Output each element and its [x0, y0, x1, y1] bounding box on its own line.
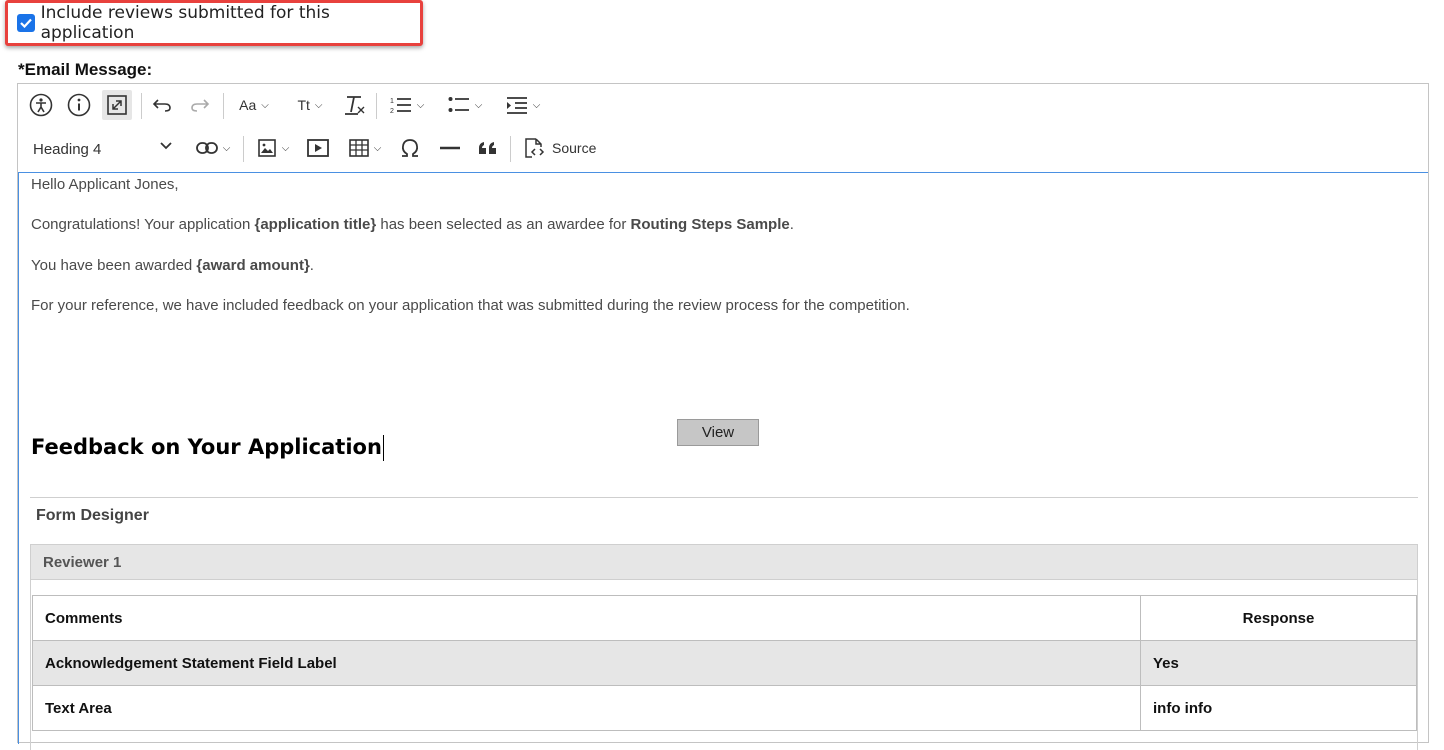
heading-dropdown[interactable]: Heading 4 — [33, 136, 173, 162]
font-size-icon: Aa — [239, 97, 257, 113]
media-icon — [307, 139, 329, 157]
redo-icon — [191, 99, 210, 112]
include-reviews-option[interactable]: Include reviews submitted for this appli… — [5, 0, 423, 46]
response-header: Response — [1140, 595, 1417, 641]
toolbar-row-2: Heading 4 ⌵ ⌵ ⌵ Source — [18, 127, 1428, 171]
chevron-down-icon — [160, 142, 172, 150]
bulleted-list-icon — [448, 97, 469, 112]
omega-icon — [401, 139, 419, 157]
toolbar-separator — [141, 93, 142, 119]
form-designer-label: Form Designer — [36, 507, 149, 524]
chevron-down-icon: ⌵ — [281, 142, 290, 154]
toolbar-separator — [223, 93, 224, 119]
awarded-pre: You have been awarded — [31, 257, 197, 274]
table-row: Text Area info info — [32, 685, 1417, 731]
source-label: Source — [552, 140, 597, 156]
reviewer-heading: Reviewer 1 — [30, 544, 1418, 580]
chevron-down-icon: ⌵ — [373, 142, 382, 154]
svg-text:1: 1 — [390, 98, 394, 105]
awarded-end: . — [309, 257, 314, 274]
table-dropdown[interactable]: ⌵ — [344, 133, 386, 163]
clear-format-icon — [345, 96, 365, 115]
congrats-pre: Congratulations! Your application — [31, 216, 255, 233]
congrats-mid: has been selected as an awardee for — [376, 216, 631, 233]
view-button[interactable]: View — [677, 419, 759, 446]
chevron-down-icon: ⌵ — [474, 99, 483, 111]
indent-dropdown[interactable]: ⌵ — [500, 90, 546, 120]
include-reviews-label[interactable]: Include reviews submitted for this appli… — [41, 3, 420, 43]
toolbar-separator — [510, 136, 511, 162]
maximize-button[interactable] — [102, 90, 132, 120]
editor-content[interactable]: Hello Applicant Jones, Congratulations! … — [18, 172, 1428, 750]
numbered-list-dropdown[interactable]: 12 ⌵ — [384, 90, 430, 120]
link-icon — [195, 142, 218, 154]
toolbar-separator — [243, 136, 244, 162]
bulleted-list-dropdown[interactable]: ⌵ — [442, 90, 488, 120]
undo-button[interactable] — [148, 90, 176, 120]
checkmark-icon — [20, 18, 32, 28]
row-comment: Acknowledgement Statement Field Label — [32, 640, 1141, 686]
greeting-text: Hello Applicant Jones, — [31, 176, 179, 193]
info-button[interactable] — [64, 90, 94, 120]
link-dropdown[interactable]: ⌵ — [190, 133, 236, 163]
application-title-token: {application title} — [254, 216, 377, 233]
comments-header: Comments — [32, 595, 1141, 641]
heading-value: Heading 4 — [33, 140, 102, 158]
font-size-dropdown[interactable]: Aa ⌵ — [232, 90, 276, 120]
toolbar-separator — [376, 93, 377, 119]
table-icon — [348, 139, 369, 157]
text-cursor — [382, 435, 384, 461]
text-case-icon: Tt — [297, 97, 310, 113]
congrats-paragraph: Congratulations! Your application {appli… — [31, 216, 794, 233]
feedback-heading: Feedback on Your Application — [31, 435, 384, 461]
image-dropdown[interactable]: ⌵ — [250, 133, 296, 163]
image-icon — [257, 139, 276, 157]
numbered-list-icon: 12 — [390, 98, 411, 115]
divider — [30, 497, 1418, 498]
quote-icon — [479, 142, 496, 154]
maximize-icon — [107, 95, 127, 115]
clear-format-button[interactable] — [342, 90, 368, 120]
congrats-end: . — [789, 216, 794, 233]
svg-text:2: 2 — [390, 108, 394, 115]
toolbar-row-1: Aa ⌵ Tt ⌵ 12 ⌵ ⌵ ⌵ — [18, 84, 1428, 128]
email-editor: Aa ⌵ Tt ⌵ 12 ⌵ ⌵ ⌵ Heading 4 ⌵ ⌵ ⌵ Sourc… — [17, 83, 1429, 750]
award-amount-token: {award amount} — [196, 257, 310, 274]
chevron-down-icon: ⌵ — [416, 99, 425, 111]
source-icon — [525, 138, 545, 158]
redo-button[interactable] — [186, 90, 214, 120]
reference-paragraph: For your reference, we have included fee… — [31, 297, 910, 314]
horizontal-line-button[interactable] — [436, 133, 464, 163]
feedback-heading-text: Feedback on Your Application — [31, 435, 382, 459]
row-response: Yes — [1140, 640, 1417, 686]
info-icon — [67, 93, 91, 117]
competition-name: Routing Steps Sample — [630, 216, 790, 233]
chevron-down-icon: ⌵ — [222, 142, 231, 154]
review-table: Comments Response Acknowledgement Statem… — [32, 595, 1417, 731]
accessibility-icon — [29, 93, 53, 117]
table-row: Acknowledgement Statement Field Label Ye… — [32, 640, 1417, 686]
horizontal-line-icon — [440, 146, 460, 150]
chevron-down-icon: ⌵ — [261, 99, 269, 111]
row-response: info info — [1140, 685, 1417, 731]
email-message-label: *Email Message: — [18, 60, 153, 79]
chevron-down-icon: ⌵ — [532, 99, 541, 111]
special-characters-button[interactable] — [396, 133, 424, 163]
awarded-paragraph: You have been awarded {award amount}. — [31, 257, 314, 274]
text-case-dropdown[interactable]: Tt ⌵ — [288, 90, 332, 120]
table-header-row: Comments Response — [32, 595, 1417, 641]
chevron-down-icon: ⌵ — [314, 99, 323, 111]
editor-toolbar: Aa ⌵ Tt ⌵ 12 ⌵ ⌵ ⌵ Heading 4 ⌵ ⌵ ⌵ Sourc… — [18, 84, 1428, 172]
accessibility-button[interactable] — [26, 90, 56, 120]
blockquote-button[interactable] — [474, 133, 502, 163]
row-comment: Text Area — [32, 685, 1141, 731]
source-button[interactable]: Source — [522, 133, 606, 163]
include-reviews-checkbox[interactable] — [17, 14, 35, 32]
indent-icon — [506, 97, 527, 114]
media-button[interactable] — [304, 133, 332, 163]
undo-icon — [152, 99, 171, 112]
